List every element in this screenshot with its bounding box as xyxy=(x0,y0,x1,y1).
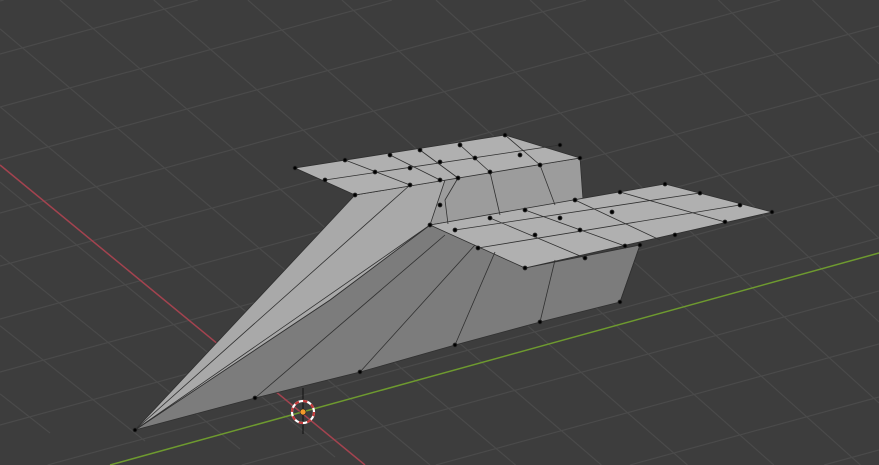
mesh-vertex[interactable] xyxy=(322,177,328,183)
mesh-vertex[interactable] xyxy=(292,165,298,171)
mesh-vertex[interactable] xyxy=(537,319,543,325)
mesh-vertex[interactable] xyxy=(672,232,678,238)
mesh-vertex[interactable] xyxy=(407,182,413,188)
mesh-vertex[interactable] xyxy=(622,243,628,249)
mesh-vertex[interactable] xyxy=(452,227,458,233)
mesh-vertex[interactable] xyxy=(557,215,563,221)
mesh-vertex[interactable] xyxy=(487,169,493,175)
mesh-vertex[interactable] xyxy=(737,202,743,208)
grid-line xyxy=(0,325,146,442)
mesh-vertex[interactable] xyxy=(537,162,543,168)
mesh-vertex[interactable] xyxy=(617,189,623,195)
mesh-vertex[interactable] xyxy=(517,152,523,158)
grid-line xyxy=(0,0,198,55)
grid-line xyxy=(629,396,879,465)
mesh-vertex[interactable] xyxy=(472,155,478,161)
mesh-vertex[interactable] xyxy=(342,157,348,163)
mesh-vertex[interactable] xyxy=(697,190,703,196)
grid-line xyxy=(812,0,879,65)
mesh-vertex[interactable] xyxy=(637,242,643,248)
mesh-vertex[interactable] xyxy=(522,265,528,271)
mesh-vertex[interactable] xyxy=(572,197,578,203)
mesh-vertex[interactable] xyxy=(437,202,443,208)
mesh-vertex[interactable] xyxy=(407,165,413,171)
mesh-vertex[interactable] xyxy=(532,232,538,238)
mesh-vertex[interactable] xyxy=(522,207,528,213)
mesh-vertex[interactable] xyxy=(502,132,508,138)
grid-line xyxy=(0,0,4,2)
grid-line xyxy=(0,254,241,450)
mesh-vertex[interactable] xyxy=(352,192,358,198)
mesh-vertex[interactable] xyxy=(437,177,443,183)
mesh-vertex[interactable] xyxy=(769,209,775,215)
mesh-vertex[interactable] xyxy=(662,181,668,187)
mesh-vertex[interactable] xyxy=(722,219,728,225)
3d-viewport[interactable] xyxy=(0,0,879,465)
mesh-vertex[interactable] xyxy=(582,255,588,261)
mesh-vertex[interactable] xyxy=(427,222,433,228)
mesh-vertex[interactable] xyxy=(617,299,623,305)
mesh-object[interactable] xyxy=(132,132,775,433)
mesh-vertex[interactable] xyxy=(609,209,615,215)
mesh-vertex[interactable] xyxy=(417,147,423,153)
grid-line xyxy=(0,0,393,108)
mesh-vertex[interactable] xyxy=(457,142,463,148)
mesh-vertex[interactable] xyxy=(577,227,583,233)
mesh-vertex[interactable] xyxy=(487,215,493,221)
mesh-vertex[interactable] xyxy=(437,159,443,165)
mesh-vertex[interactable] xyxy=(132,427,138,433)
mesh-vertex[interactable] xyxy=(252,395,258,401)
mesh-vertex[interactable] xyxy=(577,155,583,161)
mesh-vertex[interactable] xyxy=(357,369,363,375)
mesh-vertex[interactable] xyxy=(372,169,378,175)
object-origin-icon xyxy=(299,408,307,416)
grid-line xyxy=(717,0,879,153)
mesh-vertex[interactable] xyxy=(452,342,458,348)
mesh-vertex[interactable] xyxy=(557,142,563,148)
mesh-vertex[interactable] xyxy=(455,175,461,181)
mesh-vertex[interactable] xyxy=(387,152,393,158)
mesh-vertex[interactable] xyxy=(475,245,481,251)
